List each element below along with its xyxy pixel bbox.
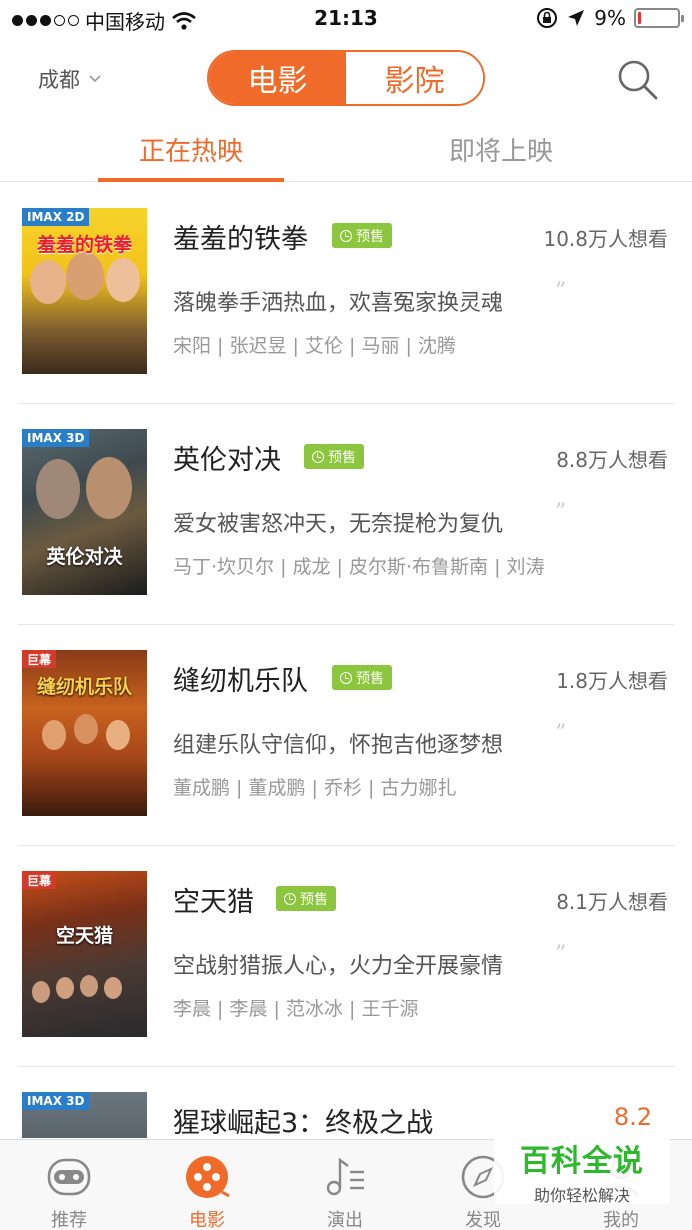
presale-label: 预售 [356,670,384,687]
city-label: 成都 [38,68,80,92]
tab-label: 推荐 [51,1210,87,1230]
presale-label: 预售 [356,228,384,245]
poster-figure [106,258,140,302]
movie-tagline: 空战射猎振人心，火力全开展豪情 [173,954,504,979]
movie-poster[interactable]: IMAX 3D 英伦对决 [22,429,147,595]
tab-label: 演出 [327,1210,363,1230]
movie-title: 英伦对决 [173,445,281,476]
movie-poster[interactable]: IMAX 3D [22,1092,147,1138]
list-item[interactable]: IMAX 2D 羞羞的铁拳 羞羞的铁拳 预售 10.8万人想看 落魄拳手洒热血，… [0,183,692,404]
quote-icon: ” [555,721,567,746]
segment-movie[interactable]: 电影 [209,52,346,104]
list-item[interactable]: IMAX 3D 英伦对决 英伦对决 预售 8.8万人想看 爱女被害怒冲天，无奈提… [0,404,692,625]
tab-label: 我的 [603,1210,639,1230]
segment-cinema[interactable]: 影院 [346,52,483,104]
wish-count: 10.8万人想看 [543,227,668,251]
city-selector[interactable]: 成都 [38,64,102,94]
watermark-title: 百科全说 [520,1144,644,1179]
poster-title-art: 缝纫机乐队 [36,676,132,698]
presale-badge: 预售 [332,665,392,690]
tab-shows[interactable]: 演出 [276,1140,414,1230]
movie-cast: 李晨 | 李晨 | 范冰冰 | 王千源 [173,998,419,1020]
active-tab-indicator [98,178,284,182]
presale-badge: 预售 [276,886,336,911]
presale-label: 预售 [300,891,328,908]
tab-label: 发现 [465,1210,501,1230]
poster-title-art: 空天猎 [55,925,113,947]
presale-badge: 预售 [304,444,364,469]
quote-icon: ” [555,942,567,967]
list-item[interactable]: IMAX 3D 猩球崛起3：终极之战 8.2 [0,1067,692,1138]
presale-badge: 预售 [332,223,392,248]
location-arrow-icon [568,10,585,26]
poster-figure [32,981,50,1003]
tab-label: 电影 [189,1210,225,1230]
movie-score: 8.2 [613,1103,652,1131]
movie-title: 羞羞的铁拳 [173,224,308,255]
poster-format-tag: IMAX 2D [22,208,90,226]
movie-tabs: 正在热映 即将上映 [0,116,692,182]
poster-figure [42,720,66,750]
status-bar: 中国移动 21:13 9% [0,0,692,40]
clock-icon [312,450,324,463]
poster-title-art: 英伦对决 [46,546,123,568]
poster-figure [86,457,132,519]
clock-icon [340,229,352,242]
tab-movie[interactable]: 电影 [138,1140,276,1230]
presale-label: 预售 [328,449,356,466]
poster-figure [80,975,98,997]
wish-count: 8.8万人想看 [556,448,668,472]
quote-icon: ” [555,279,567,304]
movie-poster[interactable]: 巨幕 缝纫机乐队 [22,650,147,816]
movie-title: 缝纫机乐队 [173,666,308,697]
movie-cinema-switch: 电影 影院 [207,50,485,106]
tab-recommend[interactable]: 推荐 [0,1140,138,1230]
movie-tagline: 落魄拳手洒热血，欢喜冤家换灵魂 [173,291,504,316]
movie-cast: 宋阳 | 张迟昱 | 艾伦 | 马丽 | 沈腾 [173,335,456,357]
poster-figure [30,260,66,304]
poster-format-tag: IMAX 3D [22,1092,90,1110]
search-icon[interactable] [614,56,660,102]
movie-cast: 董成鹏 | 董成鹏 | 乔杉 | 古力娜扎 [173,777,457,799]
music-note-icon [326,1157,364,1196]
clock-icon [284,892,296,905]
poster-figure [56,977,74,999]
tab-now-showing[interactable]: 正在热映 [98,116,284,182]
rotation-lock-icon [537,8,558,28]
list-item[interactable]: 巨幕 缝纫机乐队 缝纫机乐队 预售 1.8万人想看 组建乐队守信仰，怀抱吉他逐梦… [0,625,692,846]
poster-title-art: 羞羞的铁拳 [36,234,132,256]
battery-icon [634,8,684,28]
poster-format-tag: IMAX 3D [22,429,90,447]
top-nav: 成都 电影 影院 [0,40,692,116]
poster-format-tag: 巨幕 [22,650,57,668]
wish-count: 8.1万人想看 [556,890,668,914]
movie-poster[interactable]: 巨幕 空天猎 [22,871,147,1037]
clock-icon [340,671,352,684]
movie-tagline: 爱女被害怒冲天，无奈提枪为复仇 [173,512,504,537]
face-icon [47,1158,91,1196]
poster-figure [66,252,104,300]
movie-poster[interactable]: IMAX 2D 羞羞的铁拳 [22,208,147,374]
poster-format-tag: 巨幕 [22,871,57,889]
movie-cast: 马丁·坎贝尔 | 成龙 | 皮尔斯·布鲁斯南 | 刘涛 [173,556,545,578]
watermark-subtitle: 助你轻松解决 [533,1186,630,1205]
watermark-logo: 百科全说 助你轻松解决 [494,1132,670,1205]
wish-count: 1.8万人想看 [556,669,668,693]
quote-icon: ” [555,500,567,525]
movie-title: 空天猎 [173,887,254,918]
chevron-down-icon [89,75,101,83]
poster-figure [36,459,80,519]
list-item[interactable]: 巨幕 空天猎 空天猎 预售 8.1万人想看 空战射猎振人心，火力全开展豪情 ” … [0,846,692,1067]
tab-coming-soon[interactable]: 即将上映 [408,116,594,182]
battery-percent: 9% [594,6,626,30]
movie-tagline: 组建乐队守信仰，怀抱吉他逐梦想 [173,733,504,758]
poster-figure [106,720,130,750]
movie-title: 猩球崛起3：终极之战 [173,1108,434,1138]
film-reel-icon [186,1156,230,1198]
movie-list: IMAX 2D 羞羞的铁拳 羞羞的铁拳 预售 10.8万人想看 落魄拳手洒热血，… [0,183,692,1138]
poster-figure [104,977,122,999]
poster-figure [74,714,98,744]
